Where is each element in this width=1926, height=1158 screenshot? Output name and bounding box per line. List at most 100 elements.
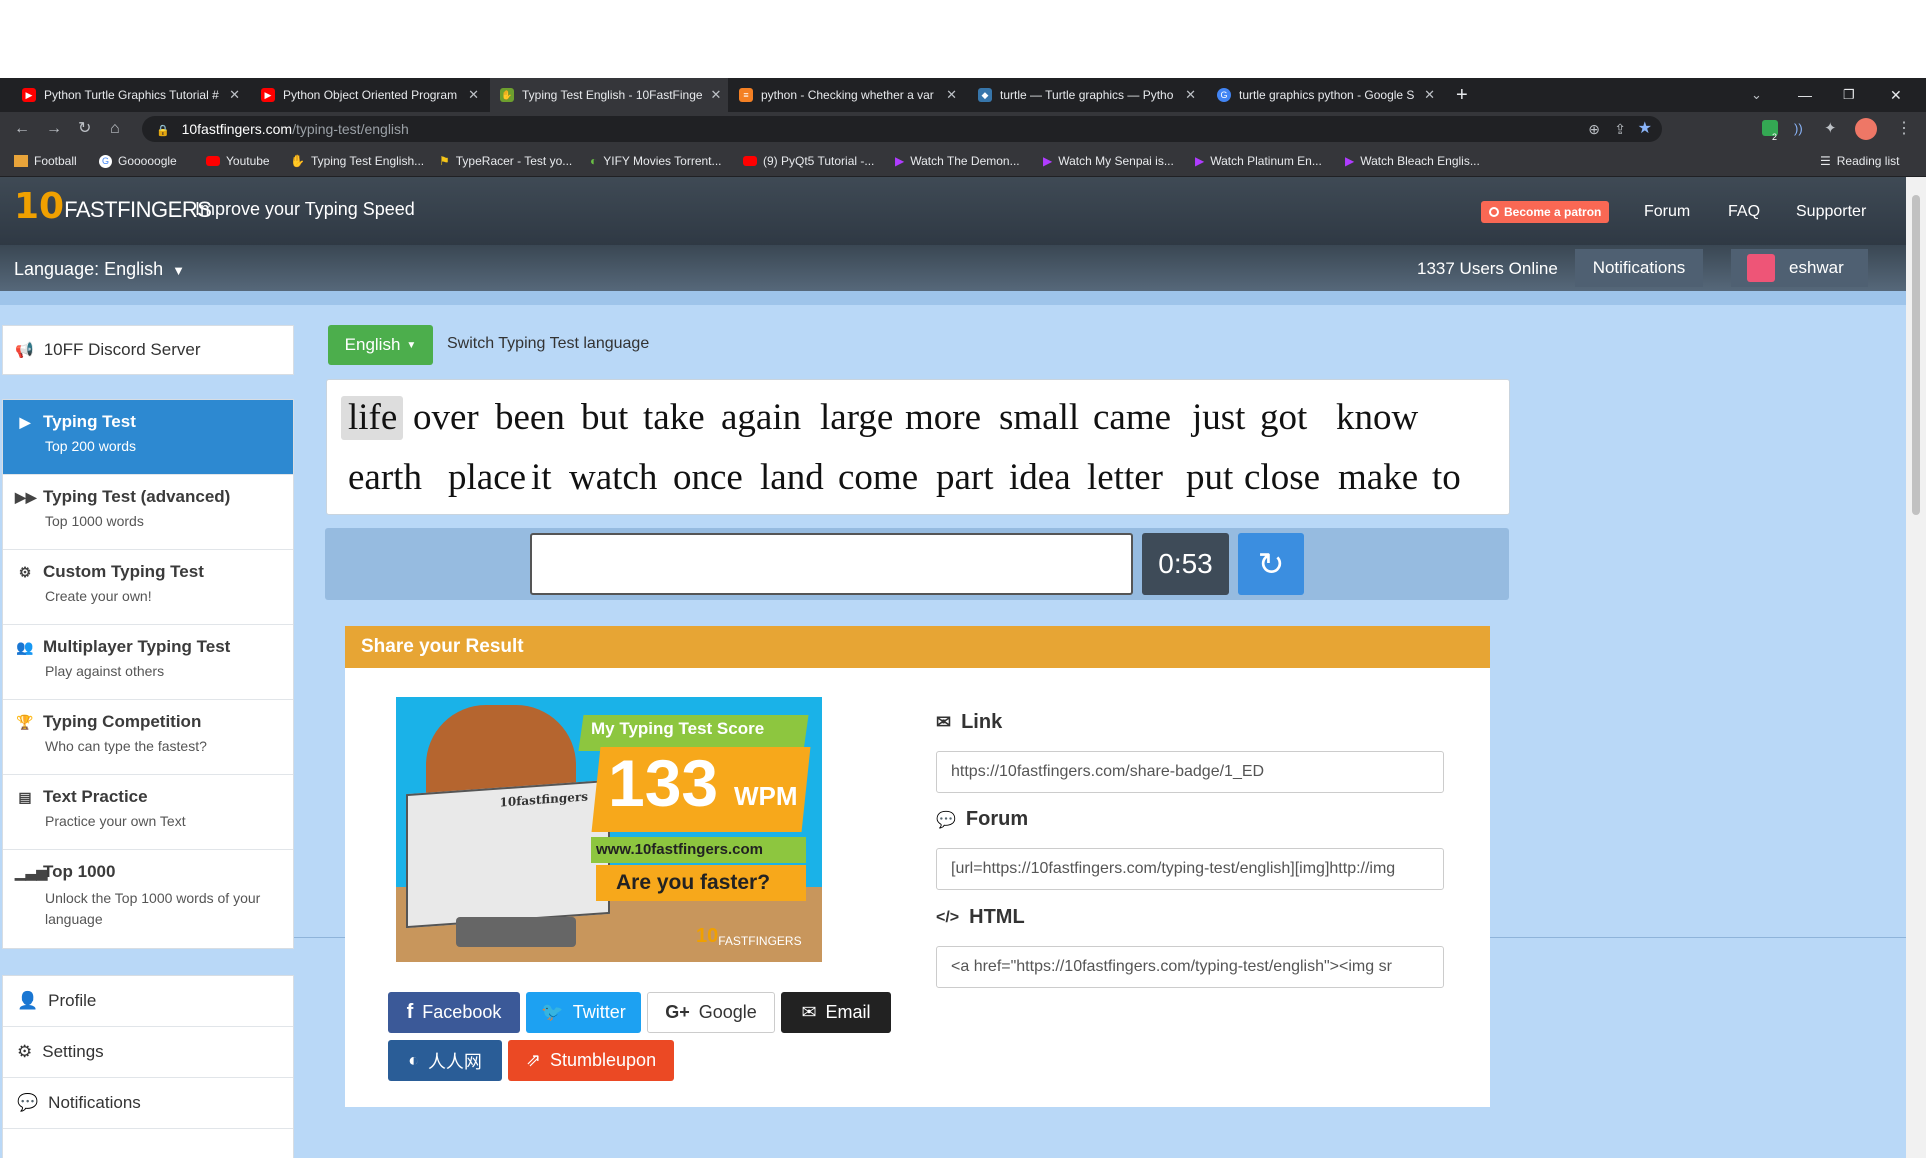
google-share-button[interactable]: G+ Google xyxy=(647,992,775,1033)
share-icon[interactable]: ⇪ xyxy=(1614,116,1626,142)
language-dropdown[interactable]: Language: English ▼ xyxy=(14,259,185,280)
language-select-button[interactable]: English ▼ xyxy=(328,325,433,365)
patreon-icon xyxy=(1489,207,1499,217)
word: earth xyxy=(348,457,422,498)
nav-faq[interactable]: FAQ xyxy=(1728,203,1760,221)
puzzle-icon[interactable]: ✦ xyxy=(1824,112,1837,146)
10ff-icon: ✋ xyxy=(500,88,514,102)
nav-forum[interactable]: Forum xyxy=(1644,203,1690,221)
close-tab-icon[interactable]: ✕ xyxy=(946,87,957,103)
bookmark-label: (9) PyQt5 Tutorial -... xyxy=(763,154,875,168)
user-menu[interactable]: eshwar xyxy=(1731,249,1868,287)
browser-tab[interactable]: ▶ Python Turtle Graphics Tutorial # ✕ xyxy=(12,78,250,112)
site-tagline: Improve your Typing Speed xyxy=(195,199,415,219)
sidebar-item-profile[interactable]: 👤 Profile xyxy=(3,976,293,1027)
share-html-field[interactable]: <a href="https://10fastfingers.com/typin… xyxy=(936,946,1444,988)
browser-tab[interactable]: ≡ python - Checking whether a var ✕ xyxy=(729,78,967,112)
become-patron-button[interactable]: Become a patron xyxy=(1481,201,1610,223)
word: but xyxy=(581,397,629,438)
twitter-share-button[interactable]: 🐦 Twitter xyxy=(526,992,641,1033)
account-menu: 👤 Profile ⚙ Settings 💬 Notifications xyxy=(2,975,294,1158)
badge-logo-text: FASTFINGERS xyxy=(718,934,802,948)
sidebar-item-advanced[interactable]: ▶▶ Typing Test (advanced) Top 1000 words xyxy=(3,475,293,550)
home-icon[interactable]: ⌂ xyxy=(110,112,120,146)
button-label: Twitter xyxy=(572,1002,626,1022)
stumbleupon-share-button[interactable]: ⇗ Stumbleupon xyxy=(508,1040,674,1081)
sidebar-item-multiplayer[interactable]: 👥 Multiplayer Typing Test Play against ot… xyxy=(3,625,293,700)
menu-dots-icon[interactable]: ⋮ xyxy=(1896,112,1912,146)
close-tab-icon[interactable]: ✕ xyxy=(1185,87,1196,103)
email-share-button[interactable]: ✉ Email xyxy=(781,992,891,1033)
page-scrollbar[interactable] xyxy=(1906,177,1926,1158)
reload-icon[interactable]: ↻ xyxy=(78,112,91,146)
renren-share-button[interactable]: ◐ 人人网 xyxy=(388,1040,502,1081)
sidebar-item-typing-test[interactable]: ▶ Typing Test Top 200 words xyxy=(3,400,293,475)
restart-button[interactable]: ↻ xyxy=(1238,533,1304,595)
browser-tab[interactable]: G turtle graphics python - Google S ✕ xyxy=(1207,78,1445,112)
url-path: /typing-test/english xyxy=(292,121,409,137)
sidebar: 📢 10FF Discord Server ▶ Typing Test Top 2… xyxy=(2,325,294,1158)
forward-icon[interactable]: → xyxy=(46,112,62,146)
bookmark-item[interactable]: ▶ Watch Platinum En... xyxy=(1195,146,1322,176)
timer-display: 0:53 xyxy=(1142,533,1229,595)
minimize-icon[interactable]: — xyxy=(1798,78,1812,112)
tab-title: python - Checking whether a var xyxy=(761,88,934,102)
browser-tab[interactable]: ▶ Python Object Oriented Program ✕ xyxy=(251,78,489,112)
close-window-icon[interactable]: ✕ xyxy=(1890,78,1902,112)
notifications-button[interactable]: Notifications xyxy=(1575,249,1703,287)
new-tab-button[interactable]: + xyxy=(1456,78,1468,112)
browser-tab-active[interactable]: ✋ Typing Test English - 10FastFinge ✕ xyxy=(490,78,728,112)
facebook-share-button[interactable]: f Facebook xyxy=(388,992,520,1033)
word: life xyxy=(348,397,398,438)
share-external-icon: ⇗ xyxy=(525,1050,541,1070)
youtube-icon: ▶ xyxy=(22,88,36,102)
sidebar-item-notifications[interactable]: 💬 Notifications xyxy=(3,1078,293,1129)
close-tab-icon[interactable]: ✕ xyxy=(711,87,722,103)
typing-input[interactable] xyxy=(530,533,1133,595)
item-subtitle: Top 200 words xyxy=(45,438,137,454)
browser-tab[interactable]: ◆ turtle — Turtle graphics — Pytho ✕ xyxy=(968,78,1206,112)
word: once xyxy=(673,457,743,498)
site-logo[interactable]: 10 FASTFINGERS xyxy=(14,189,212,225)
share-forum-field[interactable]: [url=https://10fastfingers.com/typing-te… xyxy=(936,848,1444,890)
bookmark-label: Watch Platinum En... xyxy=(1210,154,1322,168)
close-tab-icon[interactable]: ✕ xyxy=(468,87,479,103)
scrollbar-thumb[interactable] xyxy=(1912,195,1920,515)
back-icon[interactable]: ← xyxy=(14,112,30,146)
bookmark-item[interactable]: (9) PyQt5 Tutorial -... xyxy=(743,146,874,176)
bookmark-item[interactable]: Youtube xyxy=(206,146,270,176)
bookmark-item[interactable]: ▶ Watch Bleach Englis... xyxy=(1345,146,1480,176)
bookmark-item[interactable]: ⚑ TypeRacer - Test yo... xyxy=(439,146,572,176)
badge-site-url: www.10fastfingers.com xyxy=(596,841,763,858)
profile-avatar-icon[interactable] xyxy=(1855,118,1877,140)
zoom-icon[interactable]: ⊕ xyxy=(1588,116,1600,142)
word: just xyxy=(1192,397,1246,438)
sidebar-item-settings[interactable]: ⚙ Settings xyxy=(3,1027,293,1078)
url-input[interactable]: 🔒 10fastfingers.com/typing-test/english … xyxy=(142,116,1662,142)
badge-logo: 10 FASTFINGERS xyxy=(696,925,802,948)
tab-search-icon[interactable]: ⌄ xyxy=(1751,78,1762,112)
sidebar-item-text-practice[interactable]: ▤ Text Practice Practice your own Text xyxy=(3,775,293,850)
bookmark-item[interactable]: ▶ Watch The Demon... xyxy=(895,146,1020,176)
reading-list-button[interactable]: ☰ Reading list xyxy=(1820,146,1899,176)
bookmark-item[interactable]: ◐ YIFY Movies Torrent... xyxy=(590,146,722,176)
bookmark-item[interactable]: Football xyxy=(14,146,77,176)
item-title: Typing Competition xyxy=(43,712,202,731)
nav-supporter[interactable]: Supporter xyxy=(1796,203,1866,221)
sidebar-item-top1000[interactable]: ▁▃▅ Top 1000 Unlock the Top 1000 words of… xyxy=(3,850,293,948)
extension-icon[interactable]: )) xyxy=(1794,112,1803,146)
share-link-field[interactable]: https://10fastfingers.com/share-badge/1_… xyxy=(936,751,1444,793)
close-tab-icon[interactable]: ✕ xyxy=(229,87,240,103)
close-tab-icon[interactable]: ✕ xyxy=(1424,87,1435,103)
discord-link[interactable]: 📢 10FF Discord Server xyxy=(2,325,294,375)
button-label: 人人网 xyxy=(427,1051,482,1072)
restore-icon[interactable]: ❐ xyxy=(1843,78,1855,112)
comments-icon: 💬 xyxy=(936,811,956,829)
bookmark-item[interactable]: ✋ Typing Test English... xyxy=(290,146,424,176)
bookmark-star-icon[interactable]: ★ xyxy=(1638,116,1652,142)
sidebar-item-custom[interactable]: ⚙ Custom Typing Test Create your own! xyxy=(3,550,293,625)
bookmark-item[interactable]: ▶ Watch My Senpai is... xyxy=(1043,146,1174,176)
sidebar-item-competition[interactable]: 🏆 Typing Competition Who can type the fas… xyxy=(3,700,293,775)
badge-wpm-value: 133 xyxy=(608,746,719,820)
bookmark-item[interactable]: G Gooooogle xyxy=(99,146,177,176)
